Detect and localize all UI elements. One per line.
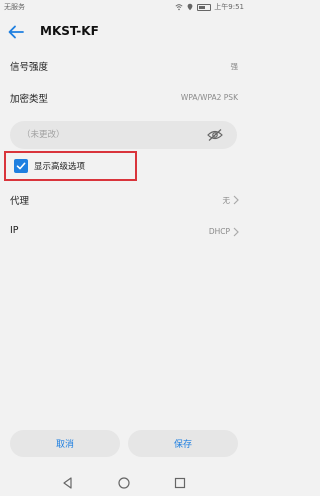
status-right: 上午9:51 (175, 2, 244, 12)
password-input[interactable] (10, 121, 200, 149)
password-field (10, 121, 237, 149)
location-icon (187, 3, 193, 11)
advanced-options-toggle[interactable]: 显示高级选项 (4, 151, 137, 181)
advanced-options-label: 显示高级选项 (34, 162, 86, 172)
proxy-label: 代理 (10, 196, 30, 207)
wifi-icon (175, 4, 183, 11)
eye-off-icon[interactable] (207, 128, 223, 142)
proxy-row[interactable]: 代理 无 (0, 184, 248, 216)
signal-strength-row: 信号强度 强 (0, 50, 248, 82)
security-type-row: 加密类型 WPA/WPA2 PSK (0, 82, 248, 114)
signal-strength-label: 信号强度 (10, 62, 49, 73)
save-button[interactable]: 保存 (128, 430, 238, 457)
proxy-value: 无 (222, 196, 231, 205)
carrier-text: 无服务 (4, 3, 25, 11)
app-bar: MKST-KF (0, 14, 248, 50)
clock-text: 上午9:51 (214, 3, 244, 11)
checkbox-checked-icon[interactable] (14, 159, 28, 173)
signal-strength-value: 强 (230, 62, 239, 71)
status-bar: 无服务 上午9:51 (0, 0, 248, 14)
ip-label: IP (10, 225, 19, 236)
nav-home-icon[interactable] (117, 476, 131, 490)
page-title: MKST-KF (40, 24, 99, 38)
arrow-left-icon (8, 25, 24, 39)
navigation-bar (0, 470, 248, 496)
security-type-label: 加密类型 (10, 94, 49, 105)
chevron-right-icon (233, 195, 239, 205)
nav-back-icon[interactable] (61, 476, 75, 490)
battery-icon (197, 3, 212, 11)
security-type-value: WPA/WPA2 PSK (180, 93, 238, 102)
cancel-button[interactable]: 取消 (10, 430, 120, 457)
ip-value: DHCP (208, 227, 230, 236)
ip-settings-row[interactable]: IP DHCP (0, 216, 248, 248)
nav-recents-icon[interactable] (173, 476, 187, 490)
back-button[interactable] (6, 22, 26, 42)
chevron-right-icon (233, 227, 239, 237)
